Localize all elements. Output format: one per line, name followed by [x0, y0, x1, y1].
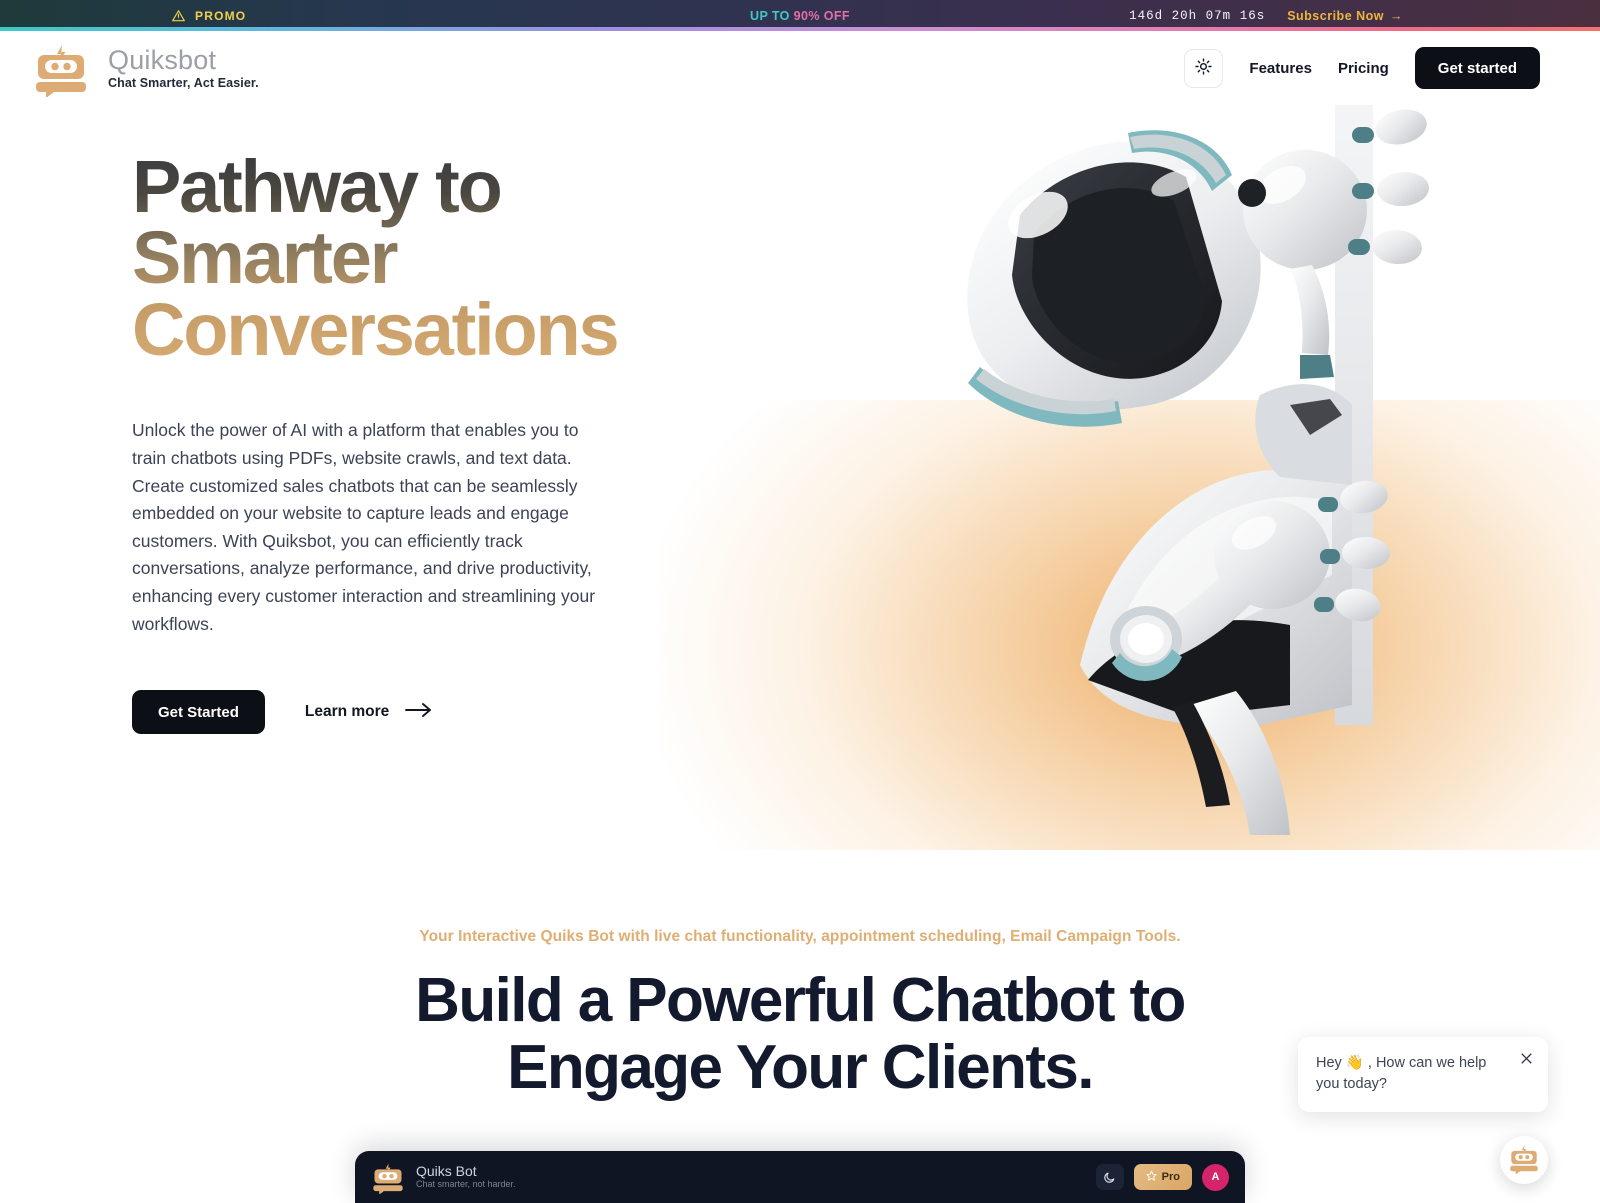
- hero-actions: Get Started Learn more: [132, 690, 660, 735]
- hero-title-line-3: Conversations: [132, 287, 618, 371]
- site-header: Quiksbot Chat Smarter, Act Easier. Featu…: [0, 31, 1600, 105]
- star-icon: [1146, 1170, 1157, 1184]
- hero-copy: Pathway to Smarter Conversations Unlock …: [0, 105, 660, 850]
- subscribe-now-link[interactable]: Subscribe Now →: [1287, 9, 1403, 23]
- chat-preview-actions: Pro A: [1095, 1163, 1229, 1191]
- learn-more-link[interactable]: Learn more: [305, 702, 433, 723]
- chat-preview-name: Quiks Bot: [416, 1162, 477, 1179]
- hero-robot-image: [960, 105, 1600, 850]
- moon-icon-button[interactable]: [1095, 1164, 1124, 1190]
- feature-heading-line-2: Engage Your Clients.: [507, 1032, 1094, 1102]
- quiksbot-robot-logo-icon: [371, 1160, 405, 1195]
- brand-text: Quiksbot Chat Smarter, Act Easier.: [108, 44, 259, 90]
- brand-tagline: Chat Smarter, Act Easier.: [108, 75, 259, 90]
- hero-section: Pathway to Smarter Conversations Unlock …: [0, 105, 1600, 850]
- promo-discount-prefix: UP TO: [750, 8, 794, 23]
- close-icon[interactable]: [1517, 1049, 1535, 1067]
- chat-preview-text: Quiks Bot Chat smarter, not harder.: [416, 1162, 516, 1190]
- hero-description: Unlock the power of AI with a platform t…: [132, 420, 596, 634]
- promo-bar: PROMO UP TO 90% OFF 146d 20h 07m 16s Sub…: [0, 0, 1600, 31]
- quiksbot-robot-logo-icon: [32, 39, 90, 98]
- chat-preview-tagline: Chat smarter, not harder.: [416, 1179, 516, 1190]
- feature-eyebrow: Your Interactive Quiks Bot with live cha…: [419, 928, 1181, 945]
- user-avatar[interactable]: A: [1202, 1163, 1229, 1191]
- subscribe-now-label: Subscribe Now: [1287, 8, 1384, 23]
- pro-badge-button[interactable]: Pro: [1133, 1164, 1192, 1190]
- hero-get-started-button[interactable]: Get Started: [132, 690, 265, 735]
- quiksbot-robot-logo-icon: [1508, 1142, 1540, 1179]
- theme-toggle-button[interactable]: [1184, 48, 1224, 88]
- nav-item-features[interactable]: Features: [1249, 60, 1312, 77]
- chat-preview-window: Quiks Bot Chat smarter, not harder. Pro …: [355, 1151, 1245, 1203]
- brand-logo[interactable]: Quiksbot Chat Smarter, Act Easier.: [32, 39, 259, 98]
- promo-right-group: 146d 20h 07m 16s Subscribe Now →: [1129, 9, 1403, 23]
- primary-navigation: Features Pricing Get started: [1184, 47, 1540, 89]
- promo-discount-value: 90% OFF: [793, 8, 850, 23]
- chat-greeting-bubble: Hey 👋 , How can we help you today?: [1298, 1037, 1548, 1113]
- learn-more-label: Learn more: [304, 703, 390, 721]
- chat-launcher-button[interactable]: [1500, 1136, 1548, 1184]
- pro-badge-label: Pro: [1161, 1171, 1180, 1183]
- arrow-right-icon: [405, 702, 433, 723]
- brand-name: Quiksbot: [108, 44, 217, 75]
- sun-icon: [1194, 57, 1213, 79]
- promo-countdown: 146d 20h 07m 16s: [1129, 8, 1266, 23]
- get-started-header-button[interactable]: Get started: [1414, 47, 1540, 89]
- chat-preview-brand: Quiks Bot Chat smarter, not harder.: [371, 1160, 516, 1195]
- hero-title: Pathway to Smarter Conversations: [132, 151, 692, 365]
- arrow-right-icon: →: [1390, 8, 1403, 23]
- nav-item-pricing[interactable]: Pricing: [1338, 60, 1389, 77]
- chat-greeting-message: Hey 👋 , How can we help you today?: [1316, 1055, 1487, 1093]
- feature-heading-line-1: Build a Powerful Chatbot to: [415, 966, 1186, 1035]
